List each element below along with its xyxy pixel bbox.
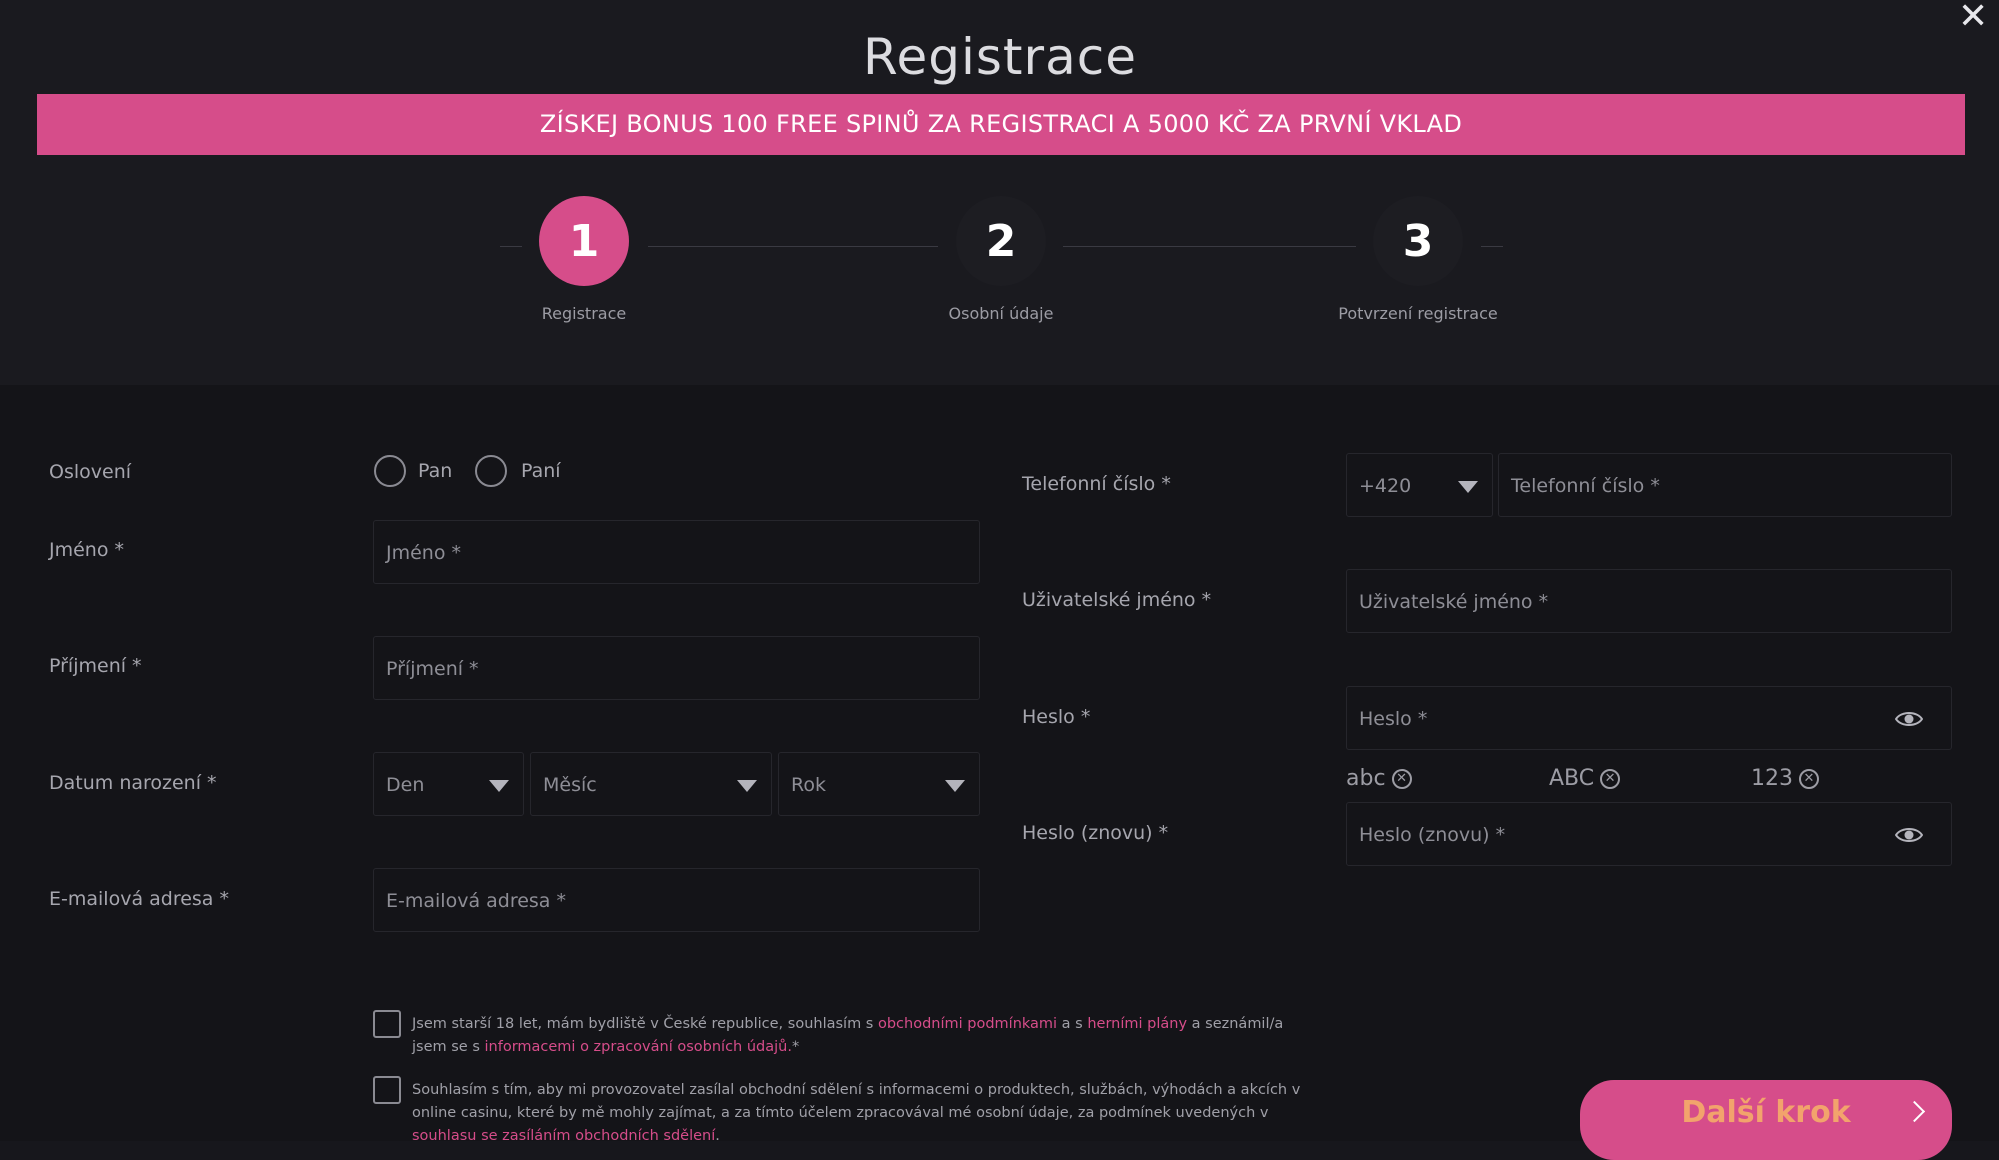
chevron-down-icon — [737, 780, 757, 792]
first-name-label: Jméno * — [49, 539, 125, 561]
step-2-label: Osobní údaje — [948, 304, 1054, 323]
last-name-input[interactable]: Příjmení * — [373, 636, 980, 700]
phone-prefix-select[interactable]: +420 — [1346, 453, 1493, 517]
stepper-line-left — [500, 246, 522, 247]
phone-placeholder: Telefonní číslo * — [1511, 475, 1660, 497]
cross-circle-icon: ✕ — [1600, 768, 1621, 789]
step-3-circle: 3 — [1373, 196, 1463, 286]
birth-day-value: Den — [386, 774, 425, 796]
cross-circle-icon: ✕ — [1391, 768, 1412, 789]
stepper-line-right — [1481, 246, 1503, 247]
password-hint-lowercase-label: abc — [1346, 766, 1386, 791]
password-label: Heslo * — [1022, 706, 1091, 728]
password-input[interactable]: Heslo * — [1346, 686, 1952, 750]
password-repeat-placeholder: Heslo (znovu) * — [1359, 824, 1506, 846]
stepper-line-2-3 — [1063, 246, 1356, 247]
first-name-placeholder: Jméno * — [386, 542, 462, 564]
phone-input[interactable]: Telefonní číslo * — [1498, 453, 1952, 517]
birth-year-value: Rok — [791, 774, 826, 796]
salutation-label: Oslovení — [49, 461, 132, 483]
cross-circle-icon: ✕ — [1799, 768, 1819, 789]
bonus-banner: ZÍSKEJ BONUS 100 FREE SPINŮ ZA REGISTRAC… — [37, 94, 1965, 155]
step-1-circle: 1 — [539, 196, 629, 286]
birth-month-select[interactable]: Měsíc — [530, 752, 772, 816]
password-hint-digits: 123 ✕ — [1751, 766, 1819, 791]
terms-consent-text: Jsem starší 18 let, mám bydliště v České… — [412, 1013, 1312, 1059]
marketing-checkbox[interactable] — [373, 1076, 401, 1104]
phone-label: Telefonní číslo * — [1022, 473, 1171, 495]
chevron-down-icon — [945, 780, 965, 792]
marketing-link-consent[interactable]: souhlasu se zasíláním obchodních sdělení — [412, 1128, 715, 1144]
username-placeholder: Uživatelské jméno * — [1359, 591, 1549, 613]
step-2-circle: 2 — [956, 196, 1046, 286]
password-hint-uppercase-label: ABC — [1549, 766, 1595, 791]
phone-prefix-value: +420 — [1359, 475, 1412, 497]
birth-month-value: Měsíc — [543, 774, 597, 796]
eye-icon[interactable] — [1895, 709, 1923, 729]
birth-day-select[interactable]: Den — [373, 752, 524, 816]
last-name-label: Příjmení * — [49, 655, 142, 677]
password-hint-uppercase: ABC ✕ — [1549, 766, 1621, 791]
salutation-pan-label[interactable]: Pan — [418, 460, 452, 482]
password-placeholder: Heslo * — [1359, 708, 1428, 730]
step-1-label: Registrace — [541, 304, 627, 323]
chevron-down-icon — [489, 780, 509, 792]
birth-year-select[interactable]: Rok — [778, 752, 980, 816]
birth-date-label: Datum narození * — [49, 772, 217, 794]
next-step-button[interactable]: Další krok — [1580, 1080, 1952, 1160]
terms-checkbox[interactable] — [373, 1010, 401, 1038]
marketing-text-2: . — [715, 1128, 720, 1144]
username-label: Uživatelské jméno * — [1022, 589, 1212, 611]
last-name-placeholder: Příjmení * — [386, 658, 479, 680]
password-repeat-input[interactable]: Heslo (znovu) * — [1346, 802, 1952, 866]
salutation-pani-radio[interactable] — [475, 455, 507, 487]
username-input[interactable]: Uživatelské jméno * — [1346, 569, 1952, 633]
chevron-down-icon — [1458, 481, 1478, 493]
password-hint-lowercase: abc ✕ — [1346, 766, 1412, 791]
email-input[interactable]: E-mailová adresa * — [373, 868, 980, 932]
modal-title: Registrace — [863, 28, 1137, 86]
close-icon[interactable]: ✕ — [1958, 0, 1988, 37]
password-hint-digits-label: 123 — [1751, 766, 1793, 791]
terms-text-1: Jsem starší 18 let, mám bydliště v České… — [412, 1016, 878, 1032]
terms-text-4: * — [791, 1039, 800, 1055]
marketing-text-1: Souhlasím s tím, aby mi provozovatel zas… — [412, 1082, 1301, 1121]
terms-link-conditions[interactable]: obchodními podmínkami — [878, 1016, 1057, 1032]
first-name-input[interactable]: Jméno * — [373, 520, 980, 584]
terms-link-privacy[interactable]: informacemi o zpracování osobních údajů. — [485, 1039, 792, 1055]
stepper-line-1-2 — [648, 246, 938, 247]
next-step-label: Další krok — [1681, 1095, 1851, 1130]
marketing-consent-text: Souhlasím s tím, aby mi provozovatel zas… — [412, 1079, 1312, 1148]
eye-icon[interactable] — [1895, 825, 1923, 845]
terms-text-2: a s — [1057, 1016, 1088, 1032]
email-placeholder: E-mailová adresa * — [386, 890, 566, 912]
salutation-pan-radio[interactable] — [374, 455, 406, 487]
terms-link-game-plans[interactable]: herními plány — [1087, 1016, 1187, 1032]
email-label: E-mailová adresa * — [49, 888, 229, 910]
step-3-label: Potvrzení registrace — [1338, 304, 1498, 323]
salutation-pani-label[interactable]: Paní — [521, 460, 561, 482]
password-repeat-label: Heslo (znovu) * — [1022, 822, 1169, 844]
